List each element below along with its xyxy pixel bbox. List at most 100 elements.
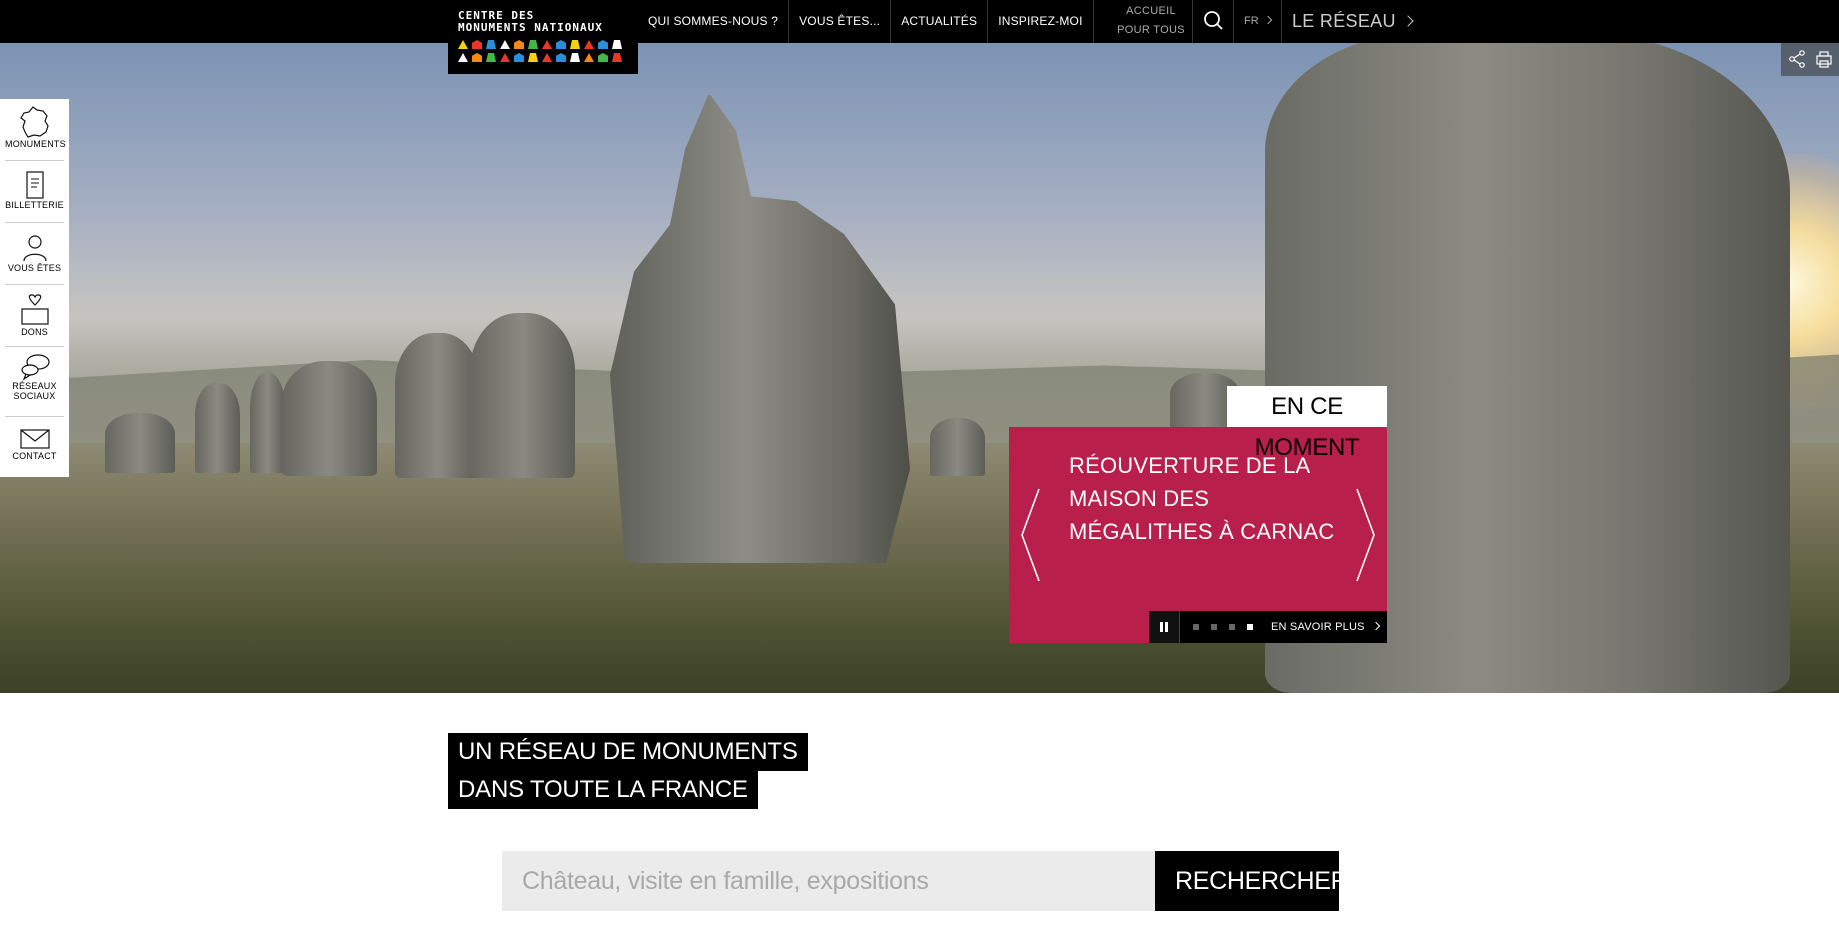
network-section-title: UN RÉSEAU DE MONUMENTS DANS TOUTE LA FRA… (448, 733, 808, 809)
monument-glyph-icon (556, 53, 566, 62)
nav-item-actualites[interactable]: ACTUALITÉS (891, 0, 989, 43)
section-title-line1: UN RÉSEAU DE MONUMENTS (448, 733, 808, 771)
chevron-right-icon (1263, 15, 1272, 25)
sidebar-item-dons[interactable]: DONS (5, 285, 64, 347)
accueil-line2: POUR TOUS (1117, 24, 1185, 36)
sidebar-item-label: CONTACT (12, 451, 57, 461)
sidebar-item-label: MONUMENTS (5, 139, 66, 149)
sidebar-item-vous-etes[interactable]: VOUS ÊTES (5, 223, 64, 285)
carousel-dot-2[interactable] (1211, 624, 1217, 630)
print-icon[interactable] (1814, 49, 1834, 69)
search-icon (1204, 11, 1223, 30)
carousel-controls: EN SAVOIR PLUS (1149, 611, 1387, 643)
monument-glyph-icon (612, 40, 622, 49)
menhir-stone (470, 313, 575, 478)
le-reseau-link[interactable]: LE RÉSEAU (1282, 0, 1414, 43)
language-label: FR (1244, 15, 1259, 27)
rechercher-button[interactable]: RECHERCHER (1155, 851, 1349, 949)
monument-glyph-icon (528, 53, 538, 62)
share-tools (1781, 43, 1839, 76)
sidebar-item-monuments[interactable]: MONUMENTS (5, 99, 66, 161)
carousel-next-button[interactable] (1355, 487, 1377, 588)
menhir-stone (195, 383, 240, 473)
rechercher-label: RECHERCHER (1175, 867, 1349, 895)
menhir-stone (250, 373, 285, 473)
menhir-stone (930, 418, 985, 476)
en-savoir-plus-label: EN SAVOIR PLUS (1271, 621, 1365, 633)
monument-glyph-icon (598, 40, 608, 49)
monument-glyph-icon (570, 40, 580, 49)
monument-glyph-icon (570, 53, 580, 62)
carousel-dot-1[interactable] (1193, 624, 1199, 630)
section-title-line2: DANS TOUTE LA FRANCE (448, 771, 758, 809)
chevron-right-icon (1178, 933, 1194, 949)
sidebar-item-reseaux-sociaux[interactable]: RÉSEAUX SOCIAUX (5, 347, 64, 417)
heart-box-icon (20, 294, 49, 325)
le-reseau-label: LE RÉSEAU (1292, 11, 1396, 31)
en-ce-moment-tag: EN CE MOMENT (1227, 386, 1387, 461)
monument-glyph-icon (584, 53, 594, 62)
monument-glyph-icon (556, 40, 566, 49)
hero-banner (0, 43, 1839, 693)
share-icon[interactable] (1787, 49, 1807, 69)
monument-glyph-icon (500, 53, 510, 62)
monument-glyph-icon (458, 40, 468, 49)
monument-glyph-icon (486, 53, 496, 62)
chevron-right-icon (1371, 621, 1380, 631)
logo-monument-icons (458, 53, 628, 62)
chevron-left-icon (1021, 488, 1040, 582)
language-selector[interactable]: FR (1234, 0, 1282, 43)
pause-icon (1165, 622, 1168, 632)
chevron-right-icon (1356, 488, 1375, 582)
nav-item-vous-etes[interactable]: VOUS ÊTES... (789, 0, 892, 43)
sidebar-item-label-line1: RÉSEAUX (12, 381, 57, 391)
monument-glyph-icon (486, 40, 496, 49)
cmn-logo[interactable]: CENTRE DES MONUMENTS NATIONAUX (448, 0, 638, 74)
monument-glyph-icon (500, 40, 510, 49)
monument-glyph-icon (472, 40, 482, 49)
carousel-dot-3[interactable] (1229, 624, 1235, 630)
envelope-icon (19, 429, 50, 449)
top-bar: QUI SOMMES-NOUS ? VOUS ÊTES... ACTUALITÉ… (0, 0, 1839, 43)
monument-glyph-icon (514, 53, 524, 62)
france-map-icon (19, 106, 49, 138)
carousel-prev-button[interactable] (1019, 487, 1041, 588)
sidebar-item-label-line2: SOCIAUX (13, 391, 56, 401)
pause-icon (1160, 622, 1163, 632)
menhir-stone-large (610, 93, 910, 563)
monument-glyph-icon (528, 40, 538, 49)
logo-monument-icons (458, 40, 628, 49)
nav-item-qui-sommes-nous[interactable]: QUI SOMMES-NOUS ? (638, 0, 790, 43)
ticket-icon (25, 171, 44, 199)
monument-glyph-icon (542, 40, 552, 49)
monument-glyph-icon (514, 40, 524, 49)
chat-bubbles-icon (20, 354, 50, 381)
quick-access-sidebar: MONUMENTS BILLETTERIE VOUS ÊTES DONS RÉS… (0, 99, 69, 477)
monument-glyph-icon (472, 53, 482, 62)
accueil-pour-tous-link[interactable]: ACCUEIL POUR TOUS (1110, 0, 1192, 43)
user-icon (22, 235, 47, 262)
nav-item-inspirez-moi[interactable]: INSPIREZ-MOI (988, 0, 1094, 43)
monument-search-input[interactable] (502, 851, 1155, 911)
chevron-right-icon (1402, 15, 1414, 27)
carousel-pause-button[interactable] (1149, 611, 1180, 643)
carousel-pagination (1180, 624, 1253, 630)
menhir-stone (395, 333, 480, 478)
accueil-line1: ACCUEIL (1126, 5, 1176, 17)
sidebar-item-label: VOUS ÊTES (7, 263, 62, 273)
sidebar-item-label: BILLETTERIE (5, 200, 64, 210)
menhir-stone (105, 413, 175, 473)
main-nav: QUI SOMMES-NOUS ? VOUS ÊTES... ACTUALITÉ… (638, 0, 1094, 43)
carousel-dot-4[interactable] (1247, 624, 1253, 630)
menhir-stone (282, 361, 377, 476)
en-savoir-plus-link[interactable]: EN SAVOIR PLUS (1271, 621, 1380, 633)
search-toggle-button[interactable] (1192, 0, 1234, 43)
sidebar-item-contact[interactable]: CONTACT (5, 417, 64, 475)
monument-glyph-icon (598, 53, 608, 62)
monument-glyph-icon (542, 53, 552, 62)
logo-line2: MONUMENTS NATIONAUX (458, 21, 603, 34)
monument-glyph-icon (584, 40, 594, 49)
sidebar-item-billetterie[interactable]: BILLETTERIE (5, 161, 64, 223)
monument-glyph-icon (458, 53, 468, 62)
sidebar-item-label: DONS (21, 327, 48, 337)
